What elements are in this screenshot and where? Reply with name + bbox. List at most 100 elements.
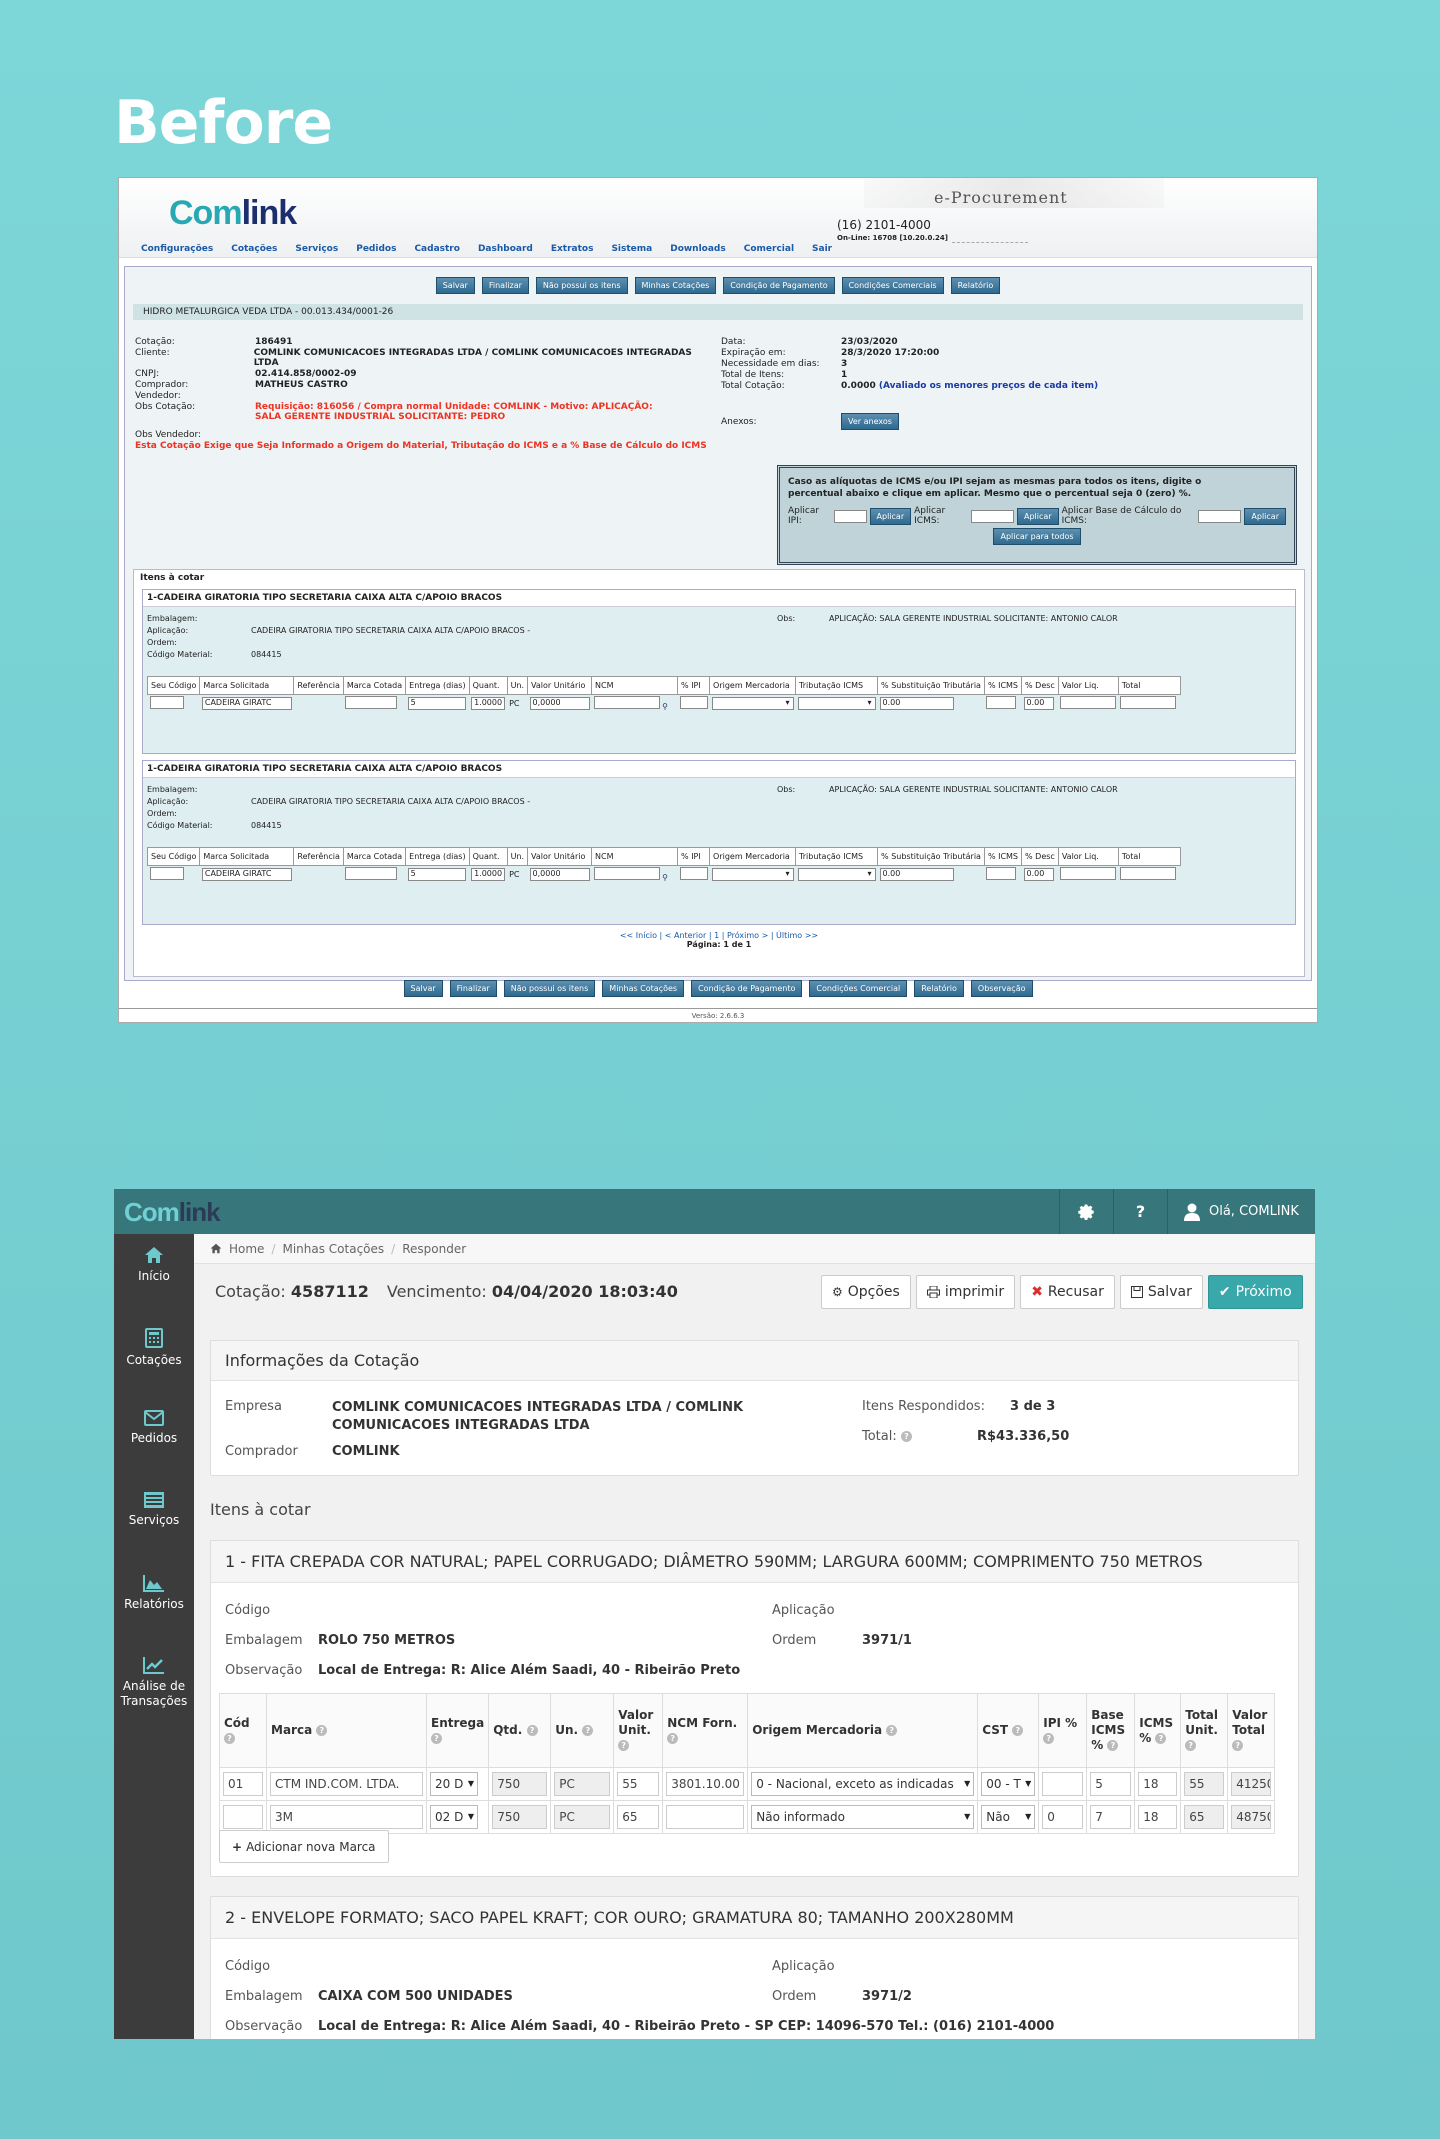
- old-company-bar: HIDRO METALURGICA VEDA LTDA - 00.013.434…: [133, 304, 1303, 320]
- eprocurement-title: e-Procurement: [934, 188, 1068, 207]
- old-condicao-pagamento-button[interactable]: Condição de Pagamento: [723, 277, 835, 294]
- base-icms-input[interactable]: 5: [1090, 1772, 1132, 1796]
- menu-sair[interactable]: Sair: [812, 244, 832, 254]
- base-icms-input[interactable]: 7: [1090, 1805, 1132, 1829]
- ncm-input[interactable]: 3801.10.00: [666, 1772, 745, 1796]
- entrega-select[interactable]: 20 D: [430, 1772, 478, 1796]
- cod-input[interactable]: [223, 1805, 263, 1829]
- old-finalizar-button[interactable]: Finalizar: [481, 277, 529, 294]
- old-minhas-cotacoes-button[interactable]: Minhas Cotações: [634, 277, 717, 294]
- qtd-field: 750: [492, 1772, 548, 1796]
- old-bottom-relatorio-button[interactable]: Relatório: [914, 980, 964, 997]
- old-pagination[interactable]: << Início | < Anterior | 1 | Próximo > |…: [134, 931, 1304, 940]
- menu-comercial[interactable]: Comercial: [744, 244, 794, 254]
- aplicar-icms-button[interactable]: Aplicar: [1016, 507, 1059, 525]
- old-version: Versão: 2.6.6.3: [119, 1008, 1317, 1020]
- aplicar-ipi-button[interactable]: Aplicar: [869, 507, 912, 525]
- table-row: 01 CTM IND.COM. LTDA. 20 D 750 PC 55 380…: [219, 1767, 1276, 1801]
- entrega-select[interactable]: 02 D: [430, 1805, 478, 1829]
- sidebar-item-relatorios[interactable]: Relatórios: [114, 1574, 194, 1611]
- cst-select[interactable]: 00 - T: [981, 1772, 1036, 1796]
- menu-dashboard[interactable]: Dashboard: [478, 244, 533, 254]
- help-icon[interactable]: ?: [1113, 1189, 1167, 1234]
- itens-section-title: Itens à cotar: [210, 1500, 311, 1519]
- aplicar-ipi-input[interactable]: [833, 509, 867, 523]
- phone-number: (16) 2101-4000: [837, 218, 931, 232]
- sidebar-item-analise-transacoes[interactable]: Análise de Transações: [114, 1656, 194, 1709]
- quotation-header: Cotação: 4587112 Vencimento: 04/04/2020 1…: [215, 1282, 678, 1301]
- menu-downloads[interactable]: Downloads: [670, 244, 726, 254]
- breadcrumb-minhas-cotacoes[interactable]: Minhas Cotações: [282, 1242, 384, 1256]
- menu-cadastro[interactable]: Cadastro: [414, 244, 459, 254]
- gear-icon[interactable]: [1059, 1189, 1113, 1234]
- icms-input[interactable]: 18: [1138, 1772, 1178, 1796]
- old-bottom-condicoes-comercial-button[interactable]: Condições Comercial: [809, 980, 908, 997]
- origem-select[interactable]: 0 - Nacional, exceto as indicadas: [751, 1772, 975, 1796]
- recusar-button[interactable]: ✖ Recusar: [1020, 1275, 1115, 1309]
- old-info-right: Data: 23/03/2020 Expiração em: 28/3/2020 1…: [721, 337, 1221, 431]
- home-icon: [145, 1247, 163, 1263]
- old-item-table: Seu Código Marca Solicitada Referência Marc…: [146, 676, 1181, 712]
- old-relatorio-button[interactable]: Relatório: [950, 277, 1001, 294]
- qtd-field: 750: [492, 1805, 548, 1829]
- old-item-table: Seu Código Marca Solicitada Referência Marc…: [146, 847, 1181, 883]
- menu-servicos[interactable]: Serviços: [295, 244, 338, 254]
- aplicar-todos-button[interactable]: Aplicar para todos: [993, 528, 1081, 545]
- plus-icon: +: [232, 1839, 243, 1854]
- aplicar-base-button[interactable]: Aplicar: [1244, 507, 1286, 525]
- breadcrumb-home[interactable]: Home: [229, 1242, 264, 1256]
- ncm-input[interactable]: [666, 1805, 745, 1829]
- un-field: PC: [554, 1805, 611, 1829]
- home-icon: [210, 1243, 222, 1254]
- proximo-button[interactable]: ✔ Próximo: [1207, 1275, 1303, 1309]
- cod-input[interactable]: 01: [223, 1772, 263, 1796]
- new-logo[interactable]: Comlink: [124, 1197, 221, 1228]
- item-title: 2 - ENVELOPE FORMATO; SACO PAPEL KRAFT; …: [211, 1897, 1298, 1939]
- old-bottom-nao-possui-button[interactable]: Não possui os itens: [503, 980, 596, 997]
- old-bottom-condicao-pagamento-button[interactable]: Condição de Pagamento: [691, 980, 803, 997]
- cst-select[interactable]: Não: [981, 1805, 1036, 1829]
- info-panel-title: Informações da Cotação: [211, 1341, 1298, 1381]
- breadcrumb-responder: Responder: [402, 1241, 467, 1256]
- sidebar-item-pedidos[interactable]: Pedidos: [114, 1410, 194, 1445]
- old-bottom-minhas-cotacoes-button[interactable]: Minhas Cotações: [602, 980, 685, 997]
- aplicar-icms-input[interactable]: [970, 509, 1014, 523]
- sidebar-item-servicos[interactable]: Serviços: [114, 1492, 194, 1527]
- sidebar-item-cotacoes[interactable]: Cotações: [114, 1328, 194, 1367]
- opcoes-button[interactable]: ⚙ Opções: [821, 1275, 911, 1309]
- menu-configuracoes[interactable]: Configurações: [141, 244, 213, 254]
- old-bottom-observacao-button[interactable]: Observação: [970, 980, 1033, 997]
- old-bottom-salvar-button[interactable]: Salvar: [403, 980, 443, 997]
- menu-cotacoes[interactable]: Cotações: [231, 244, 277, 254]
- table-row: 3M 02 D 750 PC 65 Não informado Não 0 7 …: [219, 1800, 1276, 1834]
- area-chart-icon: [143, 1575, 164, 1592]
- menu-pedidos[interactable]: Pedidos: [356, 244, 396, 254]
- aplicar-base-input[interactable]: [1197, 509, 1242, 523]
- origem-select[interactable]: Não informado: [751, 1805, 975, 1829]
- old-nao-possui-button[interactable]: Não possui os itens: [535, 277, 628, 294]
- action-buttons: ⚙ Opções imprimir ✖ Recusar Salvar ✔ Próxim…: [821, 1275, 1303, 1309]
- comprador-value: COMLINK: [332, 1444, 400, 1459]
- user-menu[interactable]: Olá, COMLINK: [1167, 1189, 1315, 1234]
- empresa-value: COMLINK COMUNICACOES INTEGRADAS LTDA / C…: [332, 1400, 744, 1433]
- sidebar-item-inicio[interactable]: Início: [114, 1246, 194, 1283]
- ipi-input[interactable]: [1042, 1772, 1084, 1796]
- old-salvar-button[interactable]: Salvar: [435, 277, 475, 294]
- valor-unit-input[interactable]: 55: [617, 1772, 660, 1796]
- add-brand-button[interactable]: + Adicionar nova Marca: [219, 1830, 389, 1863]
- ver-anexos-button[interactable]: Ver anexos: [841, 413, 899, 430]
- old-header: Comlink e-Procurement (16) 2101-4000 On-…: [119, 178, 1317, 258]
- old-bottom-finalizar-button[interactable]: Finalizar: [449, 980, 497, 997]
- valor-unit-input[interactable]: 65: [617, 1805, 660, 1829]
- marca-input[interactable]: 3M: [270, 1805, 423, 1829]
- old-condicoes-comerciais-button[interactable]: Condições Comerciais: [841, 277, 944, 294]
- new-comlink-screen: Comlink ? Olá, COMLINK Início Cotações P…: [114, 1189, 1315, 2039]
- icms-input[interactable]: 18: [1138, 1805, 1178, 1829]
- print-icon: [926, 1286, 940, 1298]
- imprimir-button[interactable]: imprimir: [915, 1275, 1016, 1309]
- menu-sistema[interactable]: Sistema: [611, 244, 652, 254]
- ipi-input[interactable]: 0: [1042, 1805, 1084, 1829]
- salvar-button[interactable]: Salvar: [1119, 1275, 1203, 1309]
- menu-extratos[interactable]: Extratos: [551, 244, 594, 254]
- marca-input[interactable]: CTM IND.COM. LTDA.: [270, 1772, 423, 1796]
